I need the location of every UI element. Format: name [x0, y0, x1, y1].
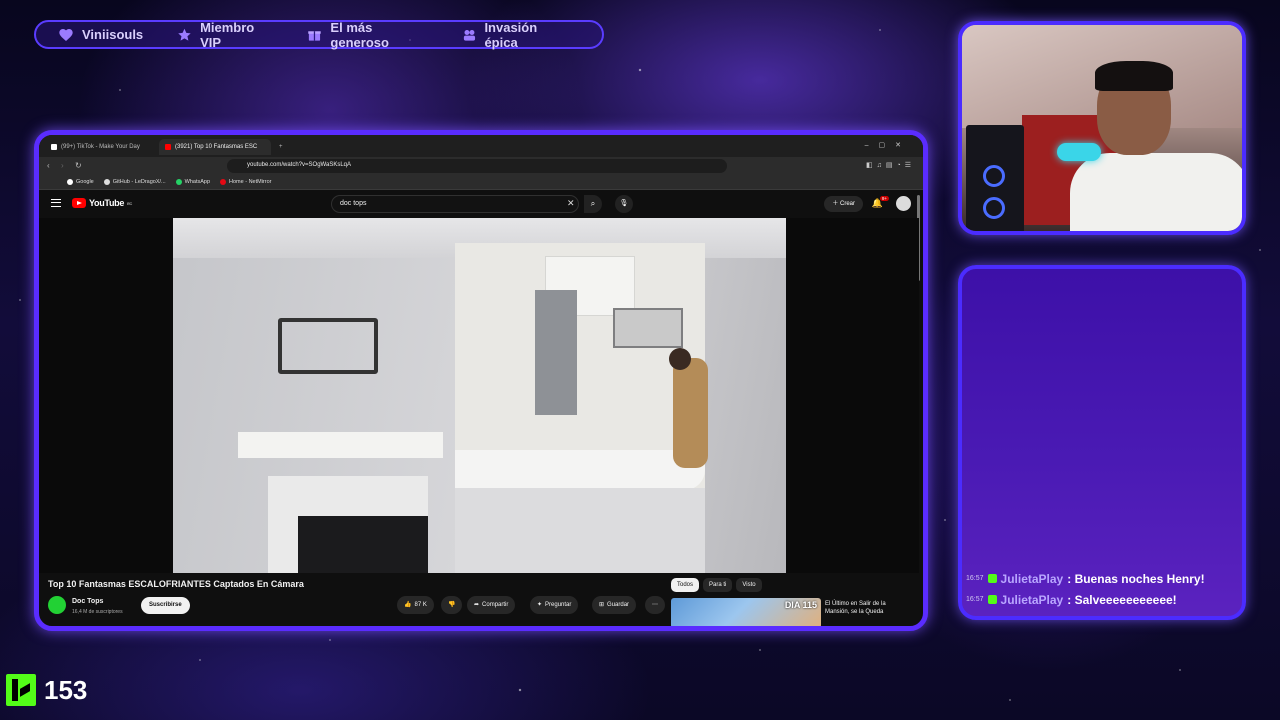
new-tab-button[interactable]: +	[273, 139, 289, 155]
star-icon	[178, 28, 191, 41]
bookmark-netmirror[interactable]: Home - NetMirror	[220, 179, 272, 185]
alert-label: Invasión épica	[484, 19, 538, 50]
chat-message: 16:57 JulietaPlay : Buenas noches Henry!	[966, 571, 1205, 586]
voice-search-icon[interactable]: 🎙	[615, 195, 633, 213]
search-button[interactable]: ⌕	[584, 195, 602, 213]
dislike-button[interactable]: 👎	[441, 596, 463, 614]
reload-icon[interactable]: ↻	[75, 161, 82, 170]
thumbs-up-icon: 👍	[404, 602, 412, 608]
share-button[interactable]: ➦ Compartir	[467, 596, 516, 614]
back-icon[interactable]: ‹	[47, 161, 50, 170]
search-input[interactable]: doc tops	[331, 195, 579, 213]
chip-all[interactable]: Todos	[671, 578, 700, 592]
bookmarks-bar: Google GitHub - LeDragoX/... WhatsApp Ho…	[39, 175, 923, 190]
fireplace	[268, 476, 428, 573]
alert-item-raid: Invasión épica	[462, 20, 568, 50]
alert-item-top-donor: El más generoso	[307, 20, 427, 50]
video-frame[interactable]	[173, 218, 786, 573]
chip-watched[interactable]: Visto	[736, 578, 762, 592]
recommendation-filter-chips: Todos Para ti Visto	[671, 578, 762, 592]
pc-case	[966, 125, 1024, 231]
forward-icon[interactable]: ›	[61, 161, 64, 170]
chat-message-list: 16:57 JulietaPlay : Buenas noches Henry!…	[966, 568, 1238, 610]
youtube-logo[interactable]: YouTube EC	[72, 198, 132, 208]
notification-badge: 9+	[879, 196, 889, 201]
chat-username[interactable]: JulietaPlay	[1001, 593, 1064, 607]
menu-icon[interactable]	[51, 199, 61, 207]
clear-search-icon[interactable]: ✕	[567, 198, 575, 209]
alert-label: Viniisouls	[82, 27, 144, 42]
more-actions-button[interactable]: ⋯	[645, 596, 665, 614]
microphone	[1057, 143, 1101, 161]
gift-icon	[308, 30, 322, 41]
youtube-header: YouTube EC doc tops ✕ ⌕ 🎙 ＋ Crear 🔔 9+	[39, 190, 923, 218]
create-button[interactable]: ＋ Crear	[824, 196, 863, 212]
bookmark-whatsapp[interactable]: WhatsApp	[175, 179, 210, 185]
raid-icon	[463, 29, 475, 41]
window-controls[interactable]: –▢✕	[865, 141, 911, 149]
ask-button[interactable]: ✦ Preguntar	[530, 596, 579, 614]
stream-alerts-bar: Viniisouls Miembro VIP El más generoso I…	[34, 20, 604, 50]
chip-for-you[interactable]: Para ti	[703, 578, 733, 592]
kick-logo-icon	[6, 674, 36, 706]
extension-icons[interactable]: ◧♫▤◔☰	[866, 161, 915, 169]
youtube-icon	[165, 144, 171, 150]
alert-item-vip: Miembro VIP	[177, 20, 273, 50]
subscriber-count: 16,4 M de suscriptores	[72, 609, 123, 615]
alert-label: Miembro VIP	[200, 19, 255, 50]
sparkle-icon: ✦	[537, 602, 543, 608]
subscribe-button[interactable]: Suscribirse	[141, 597, 190, 614]
webcam-feed	[958, 21, 1246, 235]
recommended-video-title[interactable]: El Último en Salir de la Mansión, se la …	[825, 600, 905, 616]
viewer-count: 153	[44, 674, 88, 705]
channel-avatar[interactable]	[48, 596, 66, 614]
bookmark-google[interactable]: Google	[67, 179, 94, 185]
tiktok-icon	[51, 144, 57, 150]
share-icon: ➦	[474, 602, 480, 608]
video-title: Top 10 Fantasmas ESCALOFRIANTES Captados…	[48, 579, 304, 589]
viewer-counter: 153	[6, 674, 87, 706]
bookmark-github[interactable]: GitHub - LeDragoX/...	[103, 179, 166, 185]
like-button[interactable]: 👍 87 K	[397, 596, 434, 614]
heart-icon	[59, 28, 73, 41]
chat-message: 16:57 JulietaPlay : Salveeeeeeeeeee!	[966, 592, 1177, 607]
kick-badge-icon	[987, 574, 997, 583]
chat-panel: 16:57 JulietaPlay : Buenas noches Henry!…	[958, 265, 1246, 620]
browser-address-bar: ‹ › ↻ youtube.com/watch?v=SOgWaSKsLqA ◧♫…	[39, 157, 923, 175]
alert-label: El más generoso	[330, 19, 389, 50]
browser-tab[interactable]: (99+) TikTok - Make Your Day	[45, 139, 157, 155]
avatar[interactable]	[896, 196, 911, 211]
alert-item-latest-follower: Viniisouls	[58, 27, 143, 43]
kick-badge-icon	[987, 595, 997, 604]
recommended-video-thumbnail[interactable]: DIA 115	[671, 598, 821, 626]
browser-tab-active[interactable]: (3921) Top 10 Fantasmas ESC	[159, 139, 271, 155]
thumbs-down-icon: 👎	[448, 602, 456, 608]
channel-name[interactable]: Doc Tops	[72, 598, 103, 605]
url-field[interactable]: youtube.com/watch?v=SOgWaSKsLqA	[227, 159, 727, 173]
bookmark-icon: ⊞	[599, 602, 605, 608]
youtube-play-icon	[72, 198, 86, 208]
screen-capture-frame: (99+) TikTok - Make Your Day (3921) Top …	[34, 130, 928, 631]
wall-tv-mount	[278, 318, 378, 374]
video-player[interactable]	[39, 218, 919, 573]
browser-tab-bar: (99+) TikTok - Make Your Day (3921) Top …	[39, 135, 923, 157]
chat-username[interactable]: JulietaPlay	[1001, 572, 1064, 586]
save-button[interactable]: ⊞ Guardar	[592, 596, 637, 614]
